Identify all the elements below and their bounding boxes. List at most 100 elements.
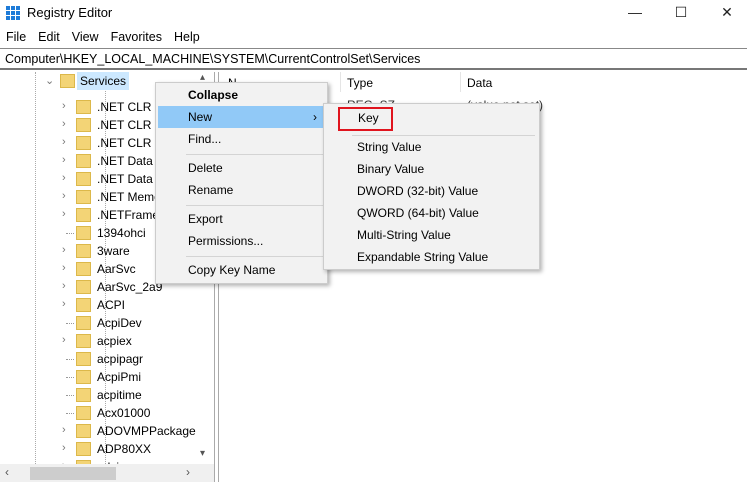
menu-export[interactable]: Export [156,208,327,230]
folder-icon [76,100,91,114]
tree-item[interactable]: › acpiex [0,332,200,350]
chevron-right-icon[interactable]: › [62,442,66,454]
folder-icon [76,334,91,348]
tree-connector [66,233,74,234]
minimize-button[interactable]: — [612,0,658,26]
menu-favorites[interactable]: Favorites [105,27,168,47]
registry-editor-icon [6,6,20,20]
tree-item-label: .NET CLR D [97,100,164,114]
chevron-right-icon[interactable]: › [62,190,66,202]
chevron-right-icon[interactable]: › [62,262,66,274]
tree-item[interactable]: AcpiDev [0,314,200,332]
tree-item-label: .NET CLR N [97,118,164,132]
tree-item-label: AarSvc_2a9 [97,280,163,294]
tree-item[interactable]: Acx01000 [0,404,200,422]
tree-item-label: acpiex [97,334,132,348]
submenu-qword-value[interactable]: QWORD (64-bit) Value [324,202,539,224]
folder-icon [76,316,91,330]
scroll-thumb[interactable] [30,467,116,480]
menu-edit[interactable]: Edit [32,27,66,47]
tree-item[interactable]: AcpiPmi [0,368,200,386]
folder-icon [76,208,91,222]
folder-icon [76,388,91,402]
tree-item-label: ACPI [97,298,126,312]
chevron-right-icon[interactable]: › [62,172,66,184]
close-button[interactable]: ✕ [704,0,747,26]
tree-item-label: Acx01000 [97,406,151,420]
column-divider[interactable] [340,72,341,92]
folder-icon [76,190,91,204]
folder-icon [76,154,91,168]
menu-copy-key-name[interactable]: Copy Key Name [156,259,327,281]
tree-connector [66,413,74,414]
submenu-multi-string-value[interactable]: Multi-String Value [324,224,539,246]
folder-icon [76,424,91,438]
menu-view[interactable]: View [66,27,105,47]
tree-item-label: Services [77,72,130,90]
tree-connector [66,377,74,378]
tree-horizontal-scrollbar[interactable]: ‹ › [0,464,214,482]
scroll-right-icon[interactable]: › [186,465,190,479]
menu-delete[interactable]: Delete [156,157,327,179]
tree-item-label: AcpiPmi [97,370,142,384]
chevron-right-icon[interactable]: › [62,334,66,346]
tree-item[interactable]: › ADP80XX [0,440,200,458]
tree-item-label: AarSvc [97,262,136,276]
folder-icon [76,118,91,132]
chevron-right-icon[interactable]: › [62,424,66,436]
chevron-right-icon[interactable]: › [62,298,66,310]
submenu-key[interactable]: Key [324,107,539,129]
column-divider[interactable] [460,72,461,92]
tree-item-label: 1394ohci [97,226,146,240]
tree-item[interactable]: acpipagr [0,350,200,368]
maximize-button[interactable]: ☐ [658,0,704,26]
menu-help[interactable]: Help [168,27,206,47]
tree-item-label: 3ware [97,244,130,258]
tree-item-label: ADP80XX [97,442,152,456]
address-bar[interactable]: Computer\HKEY_LOCAL_MACHINE\SYSTEM\Curre… [0,48,747,70]
menu-separator [186,154,323,155]
chevron-right-icon[interactable]: › [62,208,66,220]
tree-connector [66,323,74,324]
chevron-right-icon[interactable]: › [62,154,66,166]
menu-bar: File Edit View Favorites Help [0,27,747,47]
menu-new-label: New [188,110,213,124]
folder-icon [76,262,91,276]
submenu-expandable-string-value[interactable]: Expandable String Value [324,246,539,268]
chevron-right-icon: › [313,110,317,124]
menu-new[interactable]: New › [158,106,325,128]
chevron-right-icon[interactable]: › [62,136,66,148]
tree-item-label: .NET Memo [97,190,161,204]
menu-rename[interactable]: Rename [156,179,327,201]
folder-icon [76,172,91,186]
tree-item-label: .NET CLR N [97,136,164,150]
menu-permissions[interactable]: Permissions... [156,230,327,252]
menu-collapse[interactable]: Collapse [156,84,327,106]
submenu-dword-value[interactable]: DWORD (32-bit) Value [324,180,539,202]
column-header-data[interactable]: Data [467,76,492,90]
submenu-binary-value[interactable]: Binary Value [324,158,539,180]
chevron-right-icon[interactable]: › [62,118,66,130]
submenu-string-value[interactable]: String Value [324,136,539,158]
chevron-right-icon[interactable]: › [62,100,66,112]
folder-icon [76,244,91,258]
folder-icon [76,298,91,312]
menu-find[interactable]: Find... [156,128,327,150]
chevron-down-icon[interactable]: ⌄ [45,74,54,87]
context-menu: Collapse New › Find... Delete Rename Expo… [155,82,328,284]
tree-item[interactable]: acpitime [0,386,200,404]
scroll-left-icon[interactable]: ‹ [5,465,9,479]
folder-icon [76,280,91,294]
tree-connector [66,395,74,396]
column-header-type[interactable]: Type [347,76,373,90]
folder-icon [76,136,91,150]
chevron-right-icon[interactable]: › [62,280,66,292]
tree-item[interactable]: › ACPI [0,296,200,314]
folder-icon [76,370,91,384]
tree-item-label: ADOVMPPackage [97,424,196,438]
chevron-right-icon[interactable]: › [62,244,66,256]
scroll-down-icon[interactable]: ▾ [200,448,205,459]
menu-file[interactable]: File [0,27,32,47]
tree-item[interactable]: › ADOVMPPackage [0,422,200,440]
folder-icon [76,442,91,456]
